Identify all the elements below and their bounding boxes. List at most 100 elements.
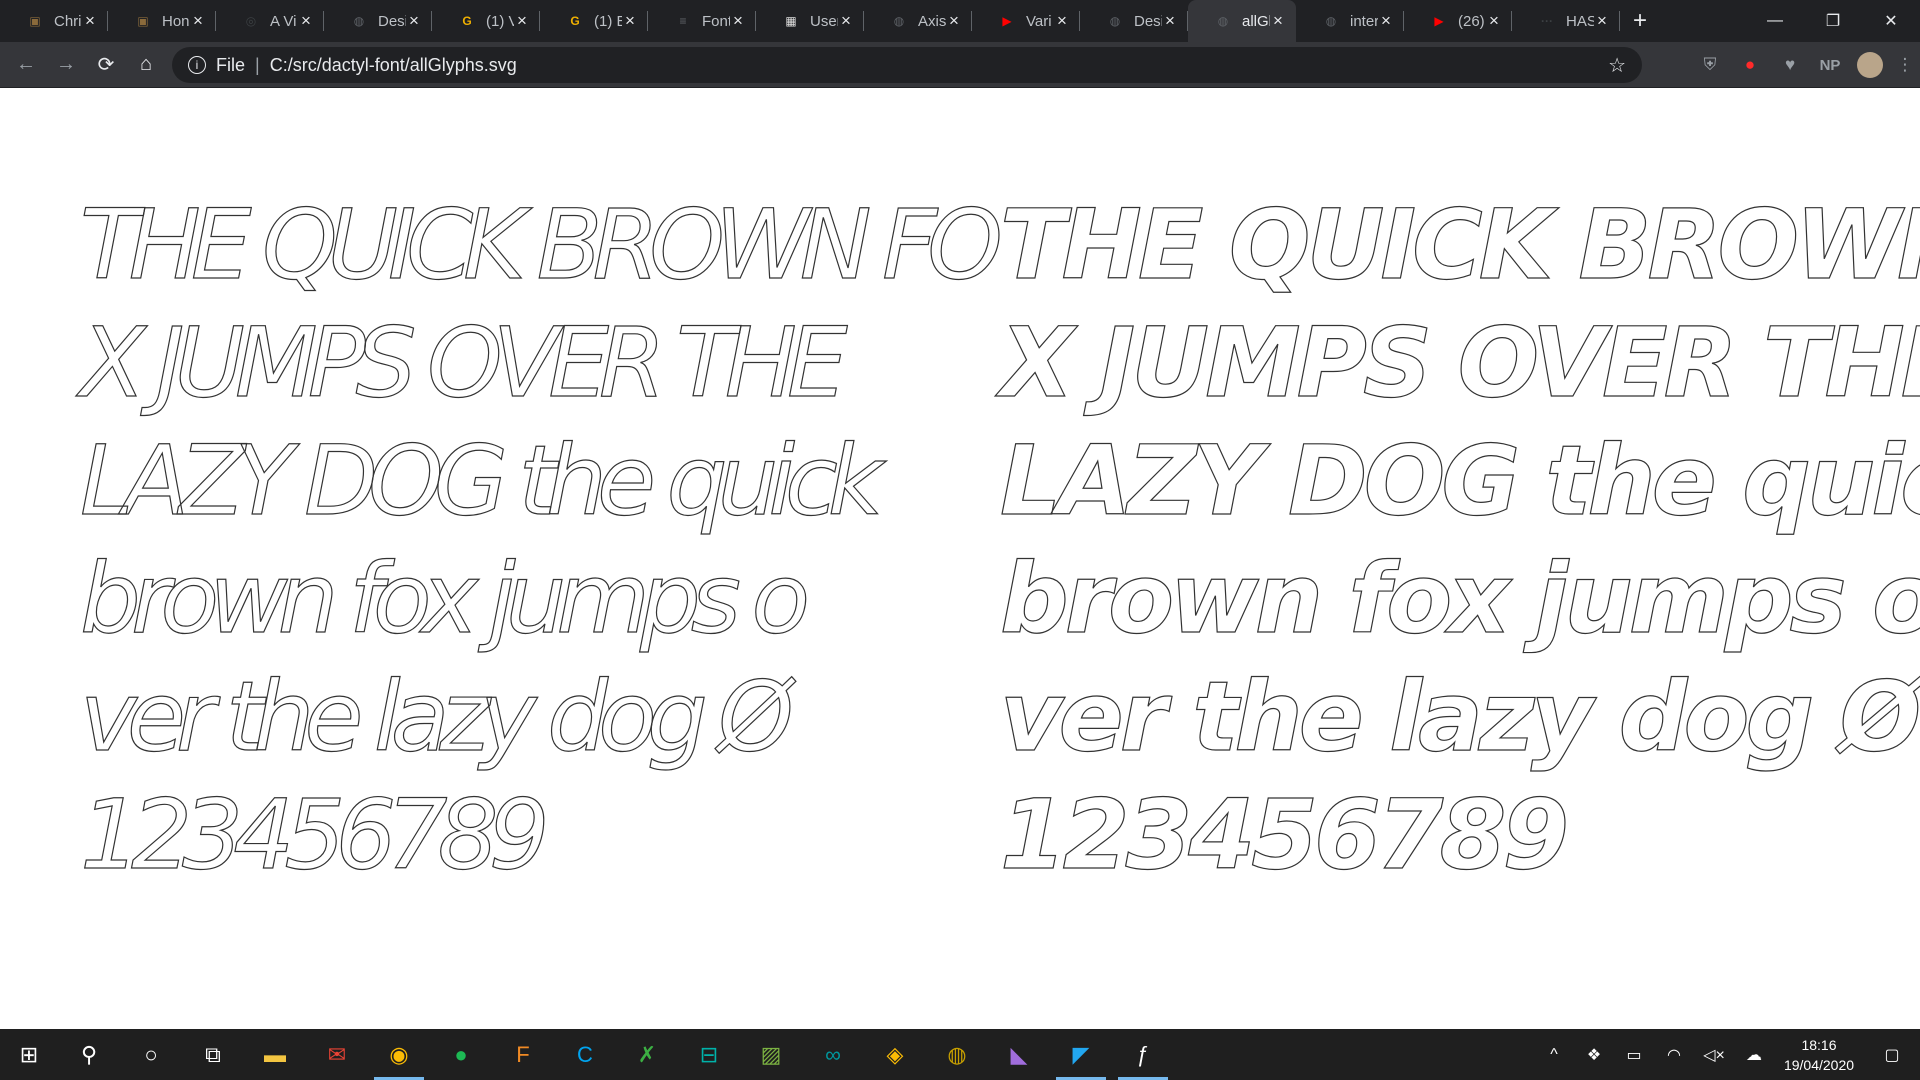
glyph-line: ver the lazy dog Ø [79, 660, 794, 773]
volume-icon[interactable]: ◁× [1694, 1045, 1734, 1065]
tab-title: (1) V [486, 12, 514, 30]
visual-studio-icon[interactable]: ◣ [988, 1029, 1050, 1080]
task-view-icon[interactable]: ⧉ [182, 1029, 244, 1080]
onedrive-icon[interactable]: ☁ [1734, 1045, 1774, 1065]
window-controls: — ❐ ✕ [1746, 0, 1920, 42]
keep-icon[interactable]: ◈ [864, 1029, 926, 1080]
tab-favicon-icon: ··· [1541, 14, 1553, 28]
glyph-line: brown fox jumps o [999, 542, 1920, 655]
c-app-icon[interactable]: C [554, 1029, 616, 1080]
reload-icon[interactable]: ⟳ [86, 45, 126, 85]
tab-title: User [810, 12, 838, 30]
page-content: THE QUICK BROWN FO X JUMPS OVER THE LAZY D… [0, 88, 1920, 1029]
new-tab-button[interactable]: + [1620, 0, 1660, 42]
tab-close-icon[interactable]: × [406, 11, 422, 31]
tab-favicon-icon: ▶ [1002, 14, 1012, 28]
script-f-icon[interactable]: ƒ [1112, 1029, 1174, 1080]
fontforge-icon[interactable]: F [492, 1029, 554, 1080]
tab-title: (26) [1458, 12, 1485, 30]
cortana-icon[interactable]: ○ [120, 1029, 182, 1080]
tab-close-icon[interactable]: × [82, 11, 98, 31]
url-scheme: File [216, 54, 246, 75]
tab-favicon-icon: ◍ [1109, 14, 1121, 28]
back-icon[interactable]: ← [6, 45, 46, 85]
wifi-icon[interactable]: ◠ [1654, 1045, 1694, 1065]
tab-close-icon[interactable]: × [1594, 11, 1610, 31]
tab-9[interactable]: ▶ Vari × [972, 0, 1080, 42]
tab-0[interactable]: ▣ Chri × [0, 0, 108, 42]
tab-14[interactable]: ··· HAS × [1512, 0, 1620, 42]
search-icon[interactable]: ⚲ [58, 1029, 120, 1080]
start-icon[interactable]: ⊞ [0, 1029, 58, 1080]
glyph-sample-bold: THE QUICK BROWN FOX JUMPS OVER THELAZY D… [999, 186, 1920, 894]
editor-icon[interactable]: ⊟ [678, 1029, 740, 1080]
address-bar[interactable]: i File | C:/src/dactyl-font/allGlyphs.sv… [172, 47, 1642, 83]
close-window-icon[interactable]: ✕ [1862, 0, 1920, 42]
tab-2[interactable]: ◎ A Vi × [216, 0, 324, 42]
globe-app-icon[interactable]: ◍ [926, 1029, 988, 1080]
restore-icon[interactable]: ❐ [1804, 0, 1862, 42]
url-text[interactable]: C:/src/dactyl-font/allGlyphs.svg [270, 55, 517, 76]
tab-close-icon[interactable]: × [1270, 11, 1286, 31]
tab-13[interactable]: ▶ (26) × [1404, 0, 1512, 42]
tab-6[interactable]: ≡ Font × [648, 0, 756, 42]
chrome-icon[interactable]: ◉ [368, 1029, 430, 1080]
glyph-line: THE QUICK BROWN FO [999, 188, 1920, 301]
tab-close-icon[interactable]: × [622, 11, 638, 31]
x-app-icon[interactable]: ✗ [616, 1029, 678, 1080]
tab-close-icon[interactable]: × [298, 11, 314, 31]
tab-10[interactable]: ◍ Desi × [1080, 0, 1188, 42]
tab-5[interactable]: G (1) E × [540, 0, 648, 42]
tab-close-icon[interactable]: × [190, 11, 206, 31]
clock-date: 19/04/2020 [1783, 1056, 1855, 1073]
tab-close-icon[interactable]: × [1054, 11, 1070, 31]
tab-close-icon[interactable]: × [838, 11, 854, 31]
forward-icon[interactable]: → [46, 45, 86, 85]
tab-1[interactable]: ▣ Hon × [108, 0, 216, 42]
dropbox-icon[interactable]: ❖ [1574, 1045, 1614, 1065]
clock[interactable]: 18:16 19/04/2020 [1774, 1035, 1864, 1075]
tab-favicon-icon: ≡ [679, 14, 687, 28]
menu-icon[interactable]: ⋮ [1890, 45, 1920, 85]
tab-3[interactable]: ◍ Desi × [324, 0, 432, 42]
tab-favicon-icon: G [570, 14, 580, 28]
image-app-icon[interactable]: ▨ [740, 1029, 802, 1080]
tab-close-icon[interactable]: × [1486, 11, 1502, 31]
clock-time: 18:16 [1801, 1036, 1837, 1053]
battery-icon[interactable]: ▭ [1614, 1045, 1654, 1065]
bookmark-star-icon[interactable]: ☆ [1608, 53, 1626, 78]
np-extension-icon[interactable]: NP [1810, 45, 1850, 85]
tab-close-icon[interactable]: × [1162, 11, 1178, 31]
tab-title: A Vi [270, 12, 297, 30]
tab-close-icon[interactable]: × [1378, 11, 1394, 31]
tab-close-icon[interactable]: × [730, 11, 746, 31]
tab-8[interactable]: ◍ Axis × [864, 0, 972, 42]
tab-close-icon[interactable]: × [514, 11, 530, 31]
tab-close-icon[interactable]: × [946, 11, 962, 31]
gmail-icon[interactable]: ✉ [306, 1029, 368, 1080]
extensions-area: ⛨ ● ♥ NP ⋮ [1690, 42, 1920, 88]
glyph-line: THE QUICK BROWN FO [79, 188, 1003, 301]
tab-11[interactable]: ◍ allGl × [1188, 0, 1296, 42]
home-icon[interactable]: ⌂ [126, 45, 166, 85]
puzzle-extension-icon[interactable]: ♥ [1770, 45, 1810, 85]
tab-title: Font [702, 12, 730, 30]
spotify-icon[interactable]: ● [430, 1029, 492, 1080]
red-extension-icon[interactable]: ● [1730, 45, 1770, 85]
notifications-icon[interactable]: ▢ [1864, 1045, 1920, 1065]
tab-favicon-icon: ◍ [893, 14, 905, 28]
file-explorer-icon[interactable]: ▬ [244, 1029, 306, 1080]
profile-avatar[interactable] [1850, 45, 1890, 85]
tab-4[interactable]: G (1) V × [432, 0, 540, 42]
tab-title: HAS [1566, 12, 1594, 30]
info-icon[interactable]: i [188, 56, 206, 74]
shield-extension-icon[interactable]: ⛨ [1690, 45, 1730, 85]
tab-7[interactable]: ▦ User× [756, 0, 864, 42]
tab-12[interactable]: ◍ inter × [1296, 0, 1404, 42]
glyph-line: ver the lazy dog Ø [999, 660, 1920, 773]
minimize-icon[interactable]: — [1746, 0, 1804, 42]
tray-chevron-icon[interactable]: ^ [1534, 1046, 1574, 1064]
vscode-icon[interactable]: ◤ [1050, 1029, 1112, 1080]
arduino-icon[interactable]: ∞ [802, 1029, 864, 1080]
tab-title: Vari [1026, 12, 1052, 30]
